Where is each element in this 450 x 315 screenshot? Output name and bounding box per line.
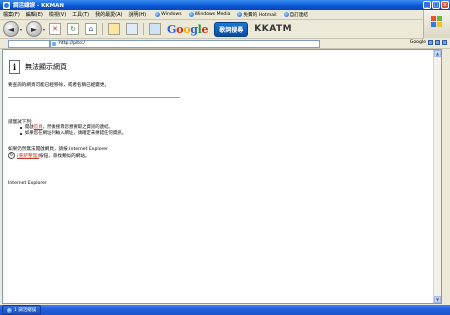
windows-flag-icon — [431, 16, 443, 28]
link-label: Windows — [161, 12, 182, 17]
toolbar: ◄ ▾ ► ▾ ✕ ↻ ⌂ Google 歌詞搜尋 KKATM — [0, 20, 424, 39]
page-content: i 無法顯示網頁 要查詢的網頁可能已經移除，或者名稱已經變更。 請嘗試下列: 開… — [2, 49, 442, 304]
kkatm-logo[interactable]: KKATM — [254, 24, 292, 34]
taskbar-item[interactable]: 1 調活總誤 — [2, 305, 42, 315]
globe-icon — [283, 12, 289, 17]
search-option-icon[interactable] — [435, 40, 440, 45]
package-icon[interactable] — [149, 23, 162, 35]
forward-dropdown-icon[interactable]: ▾ — [43, 27, 45, 32]
maximize-button[interactable]: □ — [432, 1, 440, 9]
settings-icon[interactable] — [126, 23, 139, 35]
menu-tools[interactable]: 工具(T) — [69, 11, 92, 18]
toolbar-separator — [143, 23, 145, 35]
scroll-up-icon[interactable]: ▲ — [434, 50, 441, 57]
link-windows[interactable]: Windows — [153, 12, 184, 17]
link-label: 自訂連結 — [289, 12, 308, 18]
globe-icon — [237, 12, 243, 17]
lyrics-search-button[interactable]: 歌詞搜尋 — [214, 21, 249, 37]
link-windows-media[interactable]: Windows Media — [187, 12, 233, 17]
window-title: 調活總誤 - KKMAN — [13, 3, 64, 9]
extension-icon[interactable] — [108, 23, 121, 35]
search-engine-icon[interactable] — [428, 40, 433, 45]
title-bar: 調活總誤 - KKMAN _ □ × — [0, 0, 450, 10]
stop-button[interactable]: ✕ — [49, 23, 62, 35]
footer-text: Internet Explorer — [8, 181, 47, 186]
divider — [8, 97, 180, 98]
link-label: Windows Media — [194, 12, 231, 17]
info-icon: i — [9, 60, 20, 74]
menu-help[interactable]: 說明(H) — [125, 11, 149, 18]
taskbar: 1 調活總誤 — [0, 305, 450, 315]
address-right-tools: Google — [410, 40, 447, 45]
forward-button[interactable]: ► — [26, 21, 43, 37]
address-bar: http://pito:/ Google — [0, 39, 450, 49]
list-item: 如果您在網址列輸入網址，請確定未拼錯任何資訊。 — [20, 131, 126, 137]
error-header: i 無法顯示網頁 — [9, 60, 67, 74]
links-bar: Windows Windows Media 免費的 Hotmail 自訂連結 — [153, 12, 310, 18]
minimize-button[interactable]: _ — [423, 1, 431, 9]
vertical-scrollbar[interactable]: ▲ ▼ — [433, 50, 441, 303]
menu-view[interactable]: 檢視(V) — [46, 11, 69, 18]
close-button[interactable]: × — [441, 1, 449, 9]
refresh-text: 按鈕，尋找類似的網站。 — [38, 153, 90, 159]
app-icon — [3, 1, 10, 9]
back-button[interactable]: ◄ — [3, 21, 19, 37]
list-text: ，然後搜尋您想要取之資訊的連結。 — [42, 125, 113, 130]
suggestion-list: 開啟首頁，然後搜尋您想要取之資訊的連結。 如果您在網址列輸入網址，請確定未拼錯任… — [20, 125, 126, 137]
error-title: 無法顯示網頁 — [25, 63, 67, 71]
error-description: 要查詢的網頁可能已經移除，或者名稱已經變更。 — [8, 83, 110, 88]
list-text: 開啟 — [25, 125, 34, 130]
menu-favorites[interactable]: 我的最愛(A) — [92, 11, 125, 18]
menu-edit[interactable]: 編輯(E) — [23, 11, 46, 18]
refresh-row: ↻ [重新整理] 按鈕，尋找類似的網站。 — [8, 152, 90, 159]
address-input[interactable]: http://pito:/ — [50, 40, 320, 48]
globe-icon — [188, 12, 194, 17]
window-controls: _ □ × — [423, 1, 449, 9]
globe-icon — [155, 12, 161, 17]
address-label-box — [8, 40, 50, 48]
link-custom[interactable]: 自訂連結 — [282, 12, 310, 18]
refresh-button[interactable]: ↻ — [67, 23, 80, 35]
scroll-down-icon[interactable]: ▼ — [434, 296, 441, 303]
home-page-link[interactable]: 首頁 — [34, 125, 43, 130]
browser-icon — [7, 307, 12, 313]
menu-bar: 檔案(F) 編輯(E) 檢視(V) 工具(T) 我的最愛(A) 說明(H) Wi… — [0, 10, 450, 20]
link-label: 免費的 Hotmail — [243, 12, 277, 18]
search-go-icon[interactable] — [442, 40, 447, 45]
windows-logo-panel — [423, 10, 450, 38]
home-button[interactable]: ⌂ — [85, 23, 98, 35]
toolbar-separator — [102, 23, 104, 35]
menu-file[interactable]: 檔案(F) — [0, 11, 23, 18]
back-dropdown-icon[interactable]: ▾ — [20, 27, 22, 32]
taskbar-item-label: 1 調活總誤 — [14, 308, 37, 313]
refresh-link[interactable]: [重新整理] — [17, 153, 39, 159]
search-engine-label[interactable]: Google — [410, 40, 426, 45]
google-logo[interactable]: Google — [167, 23, 208, 36]
refresh-icon: ↻ — [8, 152, 15, 159]
link-hotmail[interactable]: 免費的 Hotmail — [235, 12, 278, 18]
